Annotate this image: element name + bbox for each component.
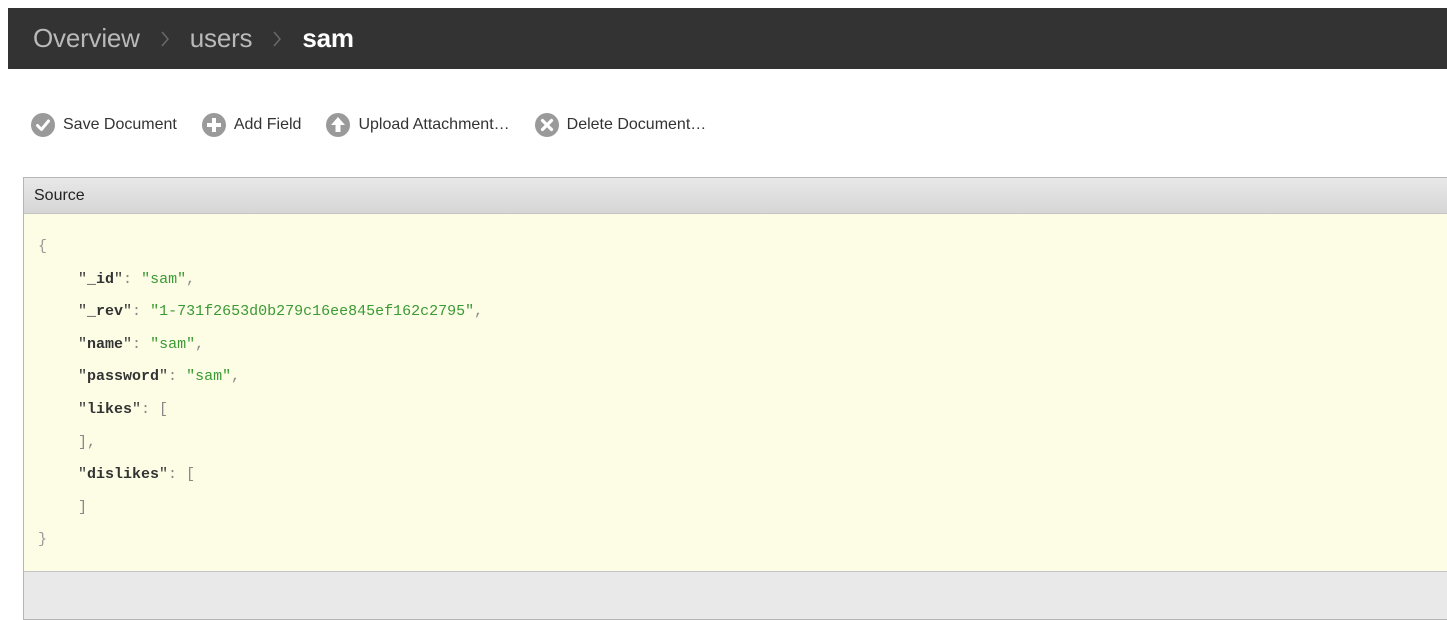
delete-document-button[interactable]: Delete Document…	[534, 112, 707, 138]
chevron-right-icon	[260, 8, 294, 69]
check-circle-icon	[30, 112, 56, 138]
add-field-label: Add Field	[233, 116, 302, 133]
chevron-right-icon	[148, 8, 182, 69]
save-document-label: Save Document	[63, 116, 177, 133]
code-line: "likes": [	[78, 400, 169, 418]
upload-attachment-button[interactable]: Upload Attachment…	[325, 112, 510, 138]
delete-document-label: Delete Document…	[566, 116, 707, 133]
json-key: _id	[87, 270, 115, 288]
json-value: 1-731f2653d0b279c16ee845ef162c2795	[159, 303, 466, 321]
document-toolbar: Save Document Add Field Upload Attachmen…	[30, 109, 730, 141]
source-panel-header: Source	[24, 178, 1447, 214]
breadcrumb-users[interactable]: users	[190, 23, 253, 54]
upload-arrow-icon	[325, 112, 351, 138]
json-key: likes	[87, 400, 133, 418]
code-line: {	[38, 238, 48, 255]
code-line: "_id": "sam",	[78, 270, 196, 288]
code-line: ],	[78, 433, 97, 451]
json-key: _rev	[87, 303, 124, 321]
source-panel-title: Source	[34, 186, 85, 204]
save-document-button[interactable]: Save Document	[30, 112, 177, 138]
json-value: sam	[195, 368, 223, 386]
json-key: dislikes	[87, 466, 160, 484]
plus-circle-icon	[201, 112, 227, 138]
code-line: "name": "sam",	[78, 335, 205, 353]
upload-attachment-label: Upload Attachment…	[358, 116, 510, 133]
breadcrumb-overview[interactable]: Overview	[33, 23, 140, 54]
json-value: sam	[150, 270, 178, 288]
breadcrumb-current: sam	[302, 23, 354, 53]
code-line: "dislikes": [	[78, 466, 196, 484]
code-line: ]	[78, 498, 88, 516]
json-key: name	[87, 335, 124, 353]
code-line: "password": "sam",	[78, 368, 241, 386]
json-value: sam	[159, 335, 187, 353]
breadcrumb-bar: Overview users sam	[8, 8, 1447, 69]
add-field-button[interactable]: Add Field	[201, 112, 302, 138]
close-circle-icon	[534, 112, 560, 138]
json-key: password	[87, 368, 160, 386]
json-source-editor[interactable]: { "_id": "sam", "_rev": "1-731f2653d0b27…	[24, 214, 1447, 572]
code-line: }	[38, 531, 48, 549]
code-line: "_rev": "1-731f2653d0b279c16ee845ef162c2…	[78, 303, 484, 321]
source-panel: Source { "_id": "sam", "_rev": "1-731f26…	[23, 177, 1447, 620]
